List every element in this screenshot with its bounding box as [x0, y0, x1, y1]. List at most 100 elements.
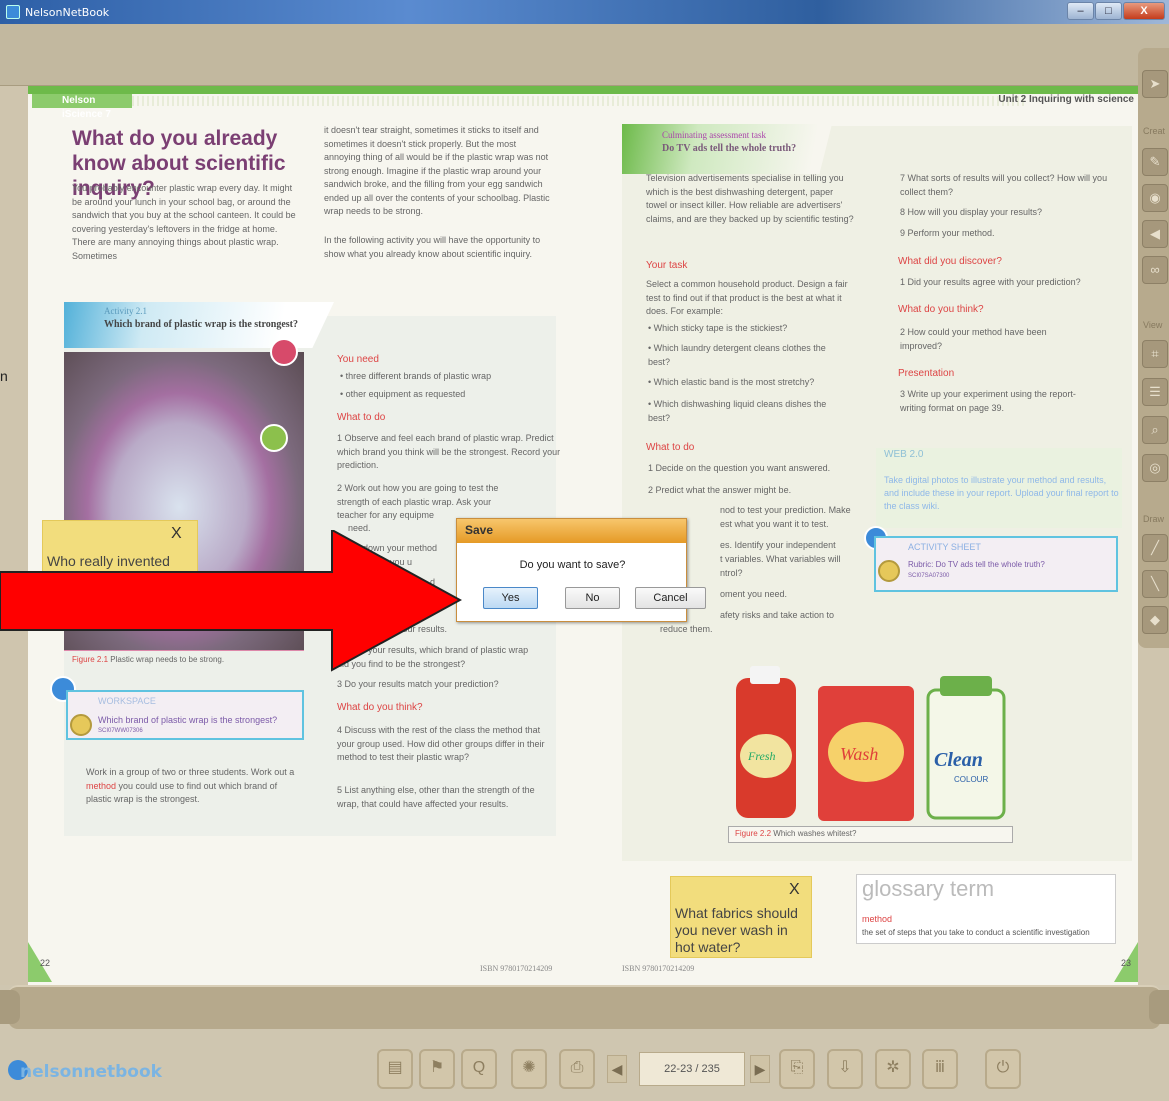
- workspace-disc-icon: [70, 714, 92, 736]
- minimize-button[interactable]: –: [1067, 2, 1094, 20]
- think-question: 2 How could your method have been improv…: [900, 327, 1047, 351]
- window-title: NelsonNetBook: [25, 5, 110, 19]
- audio-tool-icon[interactable]: ◀: [1142, 220, 1168, 248]
- yes-button[interactable]: Yes: [483, 587, 538, 609]
- sticky-close-button[interactable]: X: [789, 881, 800, 899]
- book-title-crumb: Nelson iScience 7: [32, 94, 132, 120]
- workspace-title[interactable]: Which brand of plastic wrap is the stron…: [98, 715, 277, 725]
- question-8: 8 How will you display your results?: [900, 207, 1043, 217]
- header-hatch: [132, 96, 1027, 106]
- page-number-right: 23: [1121, 958, 1132, 968]
- bookmark-icon[interactable]: ⚑: [419, 1049, 455, 1089]
- fresh-brand: Fresh: [747, 749, 776, 763]
- wash-brand: Wash: [840, 744, 878, 764]
- camera-tool-icon[interactable]: ◉: [1142, 184, 1168, 212]
- step-1: 1 Observe and feel each brand of plastic…: [337, 433, 561, 470]
- discover-question: 1 Did your results agree with your predi…: [900, 277, 1081, 287]
- wtd-step-4b: t variables. What variables will: [720, 554, 841, 564]
- pointer-tool-icon[interactable]: ➤: [1142, 70, 1168, 98]
- isbn-right: ISBN 9780170214209: [622, 964, 695, 973]
- intro-text-col1: You probably encounter plastic wrap ever…: [72, 183, 296, 261]
- you-need-heading: You need: [337, 354, 379, 365]
- reader-frame-top: [0, 24, 1169, 86]
- draw-label: Draw: [1143, 514, 1165, 524]
- wtd-step-1: 1 Decide on the question you want answer…: [648, 463, 831, 473]
- presentation-question: 3 Write up your experiment using the rep…: [900, 389, 1076, 413]
- contents-icon[interactable]: ▤: [377, 1049, 413, 1089]
- page-scroll-strip[interactable]: [8, 985, 1161, 1029]
- example-item: • Which elastic band is the most stretch…: [648, 377, 815, 387]
- create-label: Creat: [1143, 126, 1166, 136]
- intro-text-col2a: it doesn't tear straight, sometimes it s…: [324, 125, 550, 216]
- export-icon[interactable]: ⇩: [827, 1049, 863, 1089]
- question-9: 9 Perform your method.: [900, 228, 995, 238]
- wtd-step-2: 2 Predict what the answer might be.: [648, 485, 792, 495]
- left-scroll-handle[interactable]: [0, 990, 20, 1024]
- globe-pin-icon[interactable]: [260, 424, 288, 452]
- figure-2-2-caption: Figure 2.2 Which washes whitest?: [728, 826, 1013, 843]
- spotlight-tool-icon[interactable]: ◎: [1142, 454, 1168, 482]
- question-3: 3 Do your results match your prediction?: [337, 679, 499, 689]
- arrow-shape: [0, 530, 462, 672]
- wtd-step-3b: est what you want it to test.: [720, 519, 829, 529]
- print-icon[interactable]: ⎙: [559, 1049, 595, 1089]
- wtd-step-5: oment you need.: [720, 589, 788, 599]
- example-item: • Which sticky tape is the stickiest?: [648, 323, 788, 333]
- activity-title: Which brand of plastic wrap is the stron…: [104, 319, 298, 330]
- page-indicator[interactable]: 22-23 / 235: [639, 1052, 745, 1086]
- glossary-link-method[interactable]: method: [86, 781, 116, 791]
- search-icon[interactable]: Q: [461, 1049, 497, 1089]
- link-tool-icon[interactable]: ∞: [1142, 256, 1168, 284]
- no-button[interactable]: No: [565, 587, 620, 609]
- settings-wheel-icon[interactable]: ✺: [511, 1049, 547, 1089]
- figure-2-2-text: Which washes whitest?: [773, 829, 857, 838]
- question-4: 4 Discuss with the rest of the class the…: [337, 725, 545, 762]
- clipped-text: n: [0, 368, 8, 384]
- assessment-intro: Television advertisements specialise in …: [646, 173, 854, 224]
- detergent-products-image: Fresh Wash Clean COLOUR: [736, 666, 1006, 821]
- your-task-text: Select a common household product. Desig…: [646, 279, 848, 316]
- what-do-you-think-heading: What do you think?: [337, 702, 423, 713]
- page-view-icon[interactable]: ☰: [1142, 378, 1168, 406]
- next-page-icon[interactable]: ▶: [750, 1055, 770, 1083]
- window-controls: – □ X: [1067, 2, 1165, 20]
- group-instruction: Work in a group of two or three students…: [86, 766, 296, 807]
- glossary-term: method: [862, 914, 893, 924]
- save-dialog-message: Do you want to save?: [519, 559, 626, 571]
- nelson-netbook-logo: nelsonnetbook: [20, 1062, 162, 1082]
- workspace-label: WORKSPACE: [98, 696, 156, 706]
- red-arrow-annotation: [0, 530, 462, 672]
- sticky-note-text[interactable]: What fabrics should you never wash in ho…: [675, 905, 809, 956]
- eraser-tool-icon[interactable]: ◆: [1142, 606, 1168, 634]
- clean-brand: Clean: [934, 749, 983, 771]
- maximize-button[interactable]: □: [1095, 2, 1122, 20]
- activity-sheet-code: SCI07SA07300: [908, 573, 950, 579]
- question-7: 7 What sorts of results will you collect…: [900, 173, 1108, 197]
- stats-icon[interactable]: ⅲ: [922, 1049, 958, 1089]
- assessment-title: Do TV ads tell the whole truth?: [662, 143, 797, 154]
- previous-page-icon[interactable]: ◀: [607, 1055, 627, 1083]
- fit-view-icon[interactable]: ⌗: [1142, 340, 1168, 368]
- activity-sheet-title[interactable]: Rubric: Do TV ads tell the whole truth?: [908, 560, 1045, 569]
- wtd-step-4: es. Identify your independent: [720, 540, 836, 550]
- right-what-to-do-heading: What to do: [646, 442, 695, 453]
- annotation-pin-icon[interactable]: [270, 338, 298, 366]
- group-text-start: Work in a group of two or three students…: [86, 767, 295, 777]
- sticky-note[interactable]: X What fabrics should you never wash in …: [670, 876, 812, 958]
- go-to-page-icon[interactable]: ⎘: [779, 1049, 815, 1089]
- unit-crumb: Unit 2 Inquiring with science: [998, 94, 1134, 105]
- you-need-item: • three different brands of plastic wrap: [340, 371, 492, 381]
- power-icon[interactable]: ⏻: [985, 1049, 1021, 1089]
- right-scroll-handle[interactable]: [1149, 990, 1169, 1024]
- pen-tool-icon[interactable]: ╱: [1142, 534, 1168, 562]
- zoom-tool-icon[interactable]: ⌕: [1142, 416, 1168, 444]
- line-tool-icon[interactable]: ╲: [1142, 570, 1168, 598]
- cancel-button[interactable]: Cancel: [635, 587, 706, 609]
- workspace-code: SCI07WW07306: [98, 728, 143, 734]
- note-tool-icon[interactable]: ✎: [1142, 148, 1168, 176]
- figure-2-2-number: Figure 2.2: [735, 829, 772, 838]
- clean-lid: [940, 676, 992, 696]
- close-button[interactable]: X: [1123, 2, 1165, 20]
- gear-icon[interactable]: ✲: [875, 1049, 911, 1089]
- step-2: 2 Work out how you are going to test the…: [337, 483, 499, 520]
